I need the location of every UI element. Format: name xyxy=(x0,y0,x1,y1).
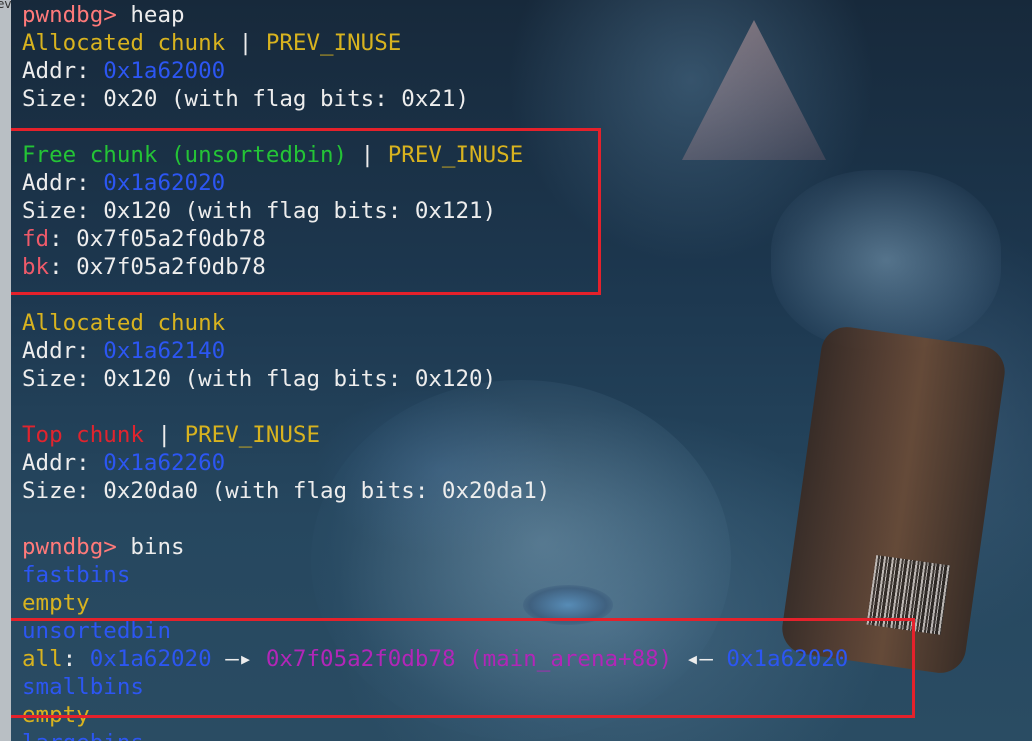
terminal-text-segment: pwndbg> xyxy=(22,534,131,560)
terminal-text-segment: pwndbg> xyxy=(22,2,131,28)
terminal-line: empty xyxy=(22,589,848,617)
terminal-text-segment: Top chunk xyxy=(22,422,144,448)
terminal-text-segment: PREV_INUSE xyxy=(265,30,402,56)
terminal-text-segment: fastbins xyxy=(22,562,131,588)
terminal-text-segment: Addr: xyxy=(22,58,104,84)
terminal-window[interactable]: pwndbg> heap Allocated chunk | PREV_INUSE… xyxy=(11,0,1032,741)
terminal-line: pwndbg> bins xyxy=(22,533,848,561)
terminal-text-segment: largebins xyxy=(22,730,144,741)
terminal-text-segment: 0x1a62000 xyxy=(103,58,226,84)
left-edge-text: ev xyxy=(0,0,12,11)
terminal-line: Addr: 0x1a62140 xyxy=(22,337,848,365)
terminal-line: fastbins xyxy=(22,561,848,589)
highlight-box-unsortedbin xyxy=(11,618,915,718)
terminal-text-segment: heap xyxy=(130,2,185,28)
terminal-line: Top chunk | PREV_INUSE xyxy=(22,421,848,449)
terminal-line: pwndbg> heap xyxy=(22,1,848,29)
terminal-text-segment: Size: 0x120 (with flag bits: 0x120) xyxy=(22,366,497,392)
terminal-line: Addr: 0x1a62000 xyxy=(22,57,848,85)
terminal-line: largebins xyxy=(22,729,848,741)
terminal-line: Size: 0x20da0 (with flag bits: 0x20da1) xyxy=(22,477,848,505)
terminal-line: Size: 0x120 (with flag bits: 0x120) xyxy=(22,365,848,393)
terminal-line: Allocated chunk | PREV_INUSE xyxy=(22,29,848,57)
terminal-text-segment: bins xyxy=(130,534,185,560)
terminal-text-segment: | xyxy=(225,30,266,56)
terminal-text-segment: PREV_INUSE xyxy=(184,422,321,448)
terminal-text-segment: Size: 0x20 (with flag bits: 0x21) xyxy=(22,86,470,112)
terminal-text-segment: | xyxy=(143,422,185,448)
terminal-text-segment: 0x1a62140 xyxy=(103,338,226,364)
terminal-text-segment: Addr: xyxy=(22,450,104,476)
terminal-line: Size: 0x20 (with flag bits: 0x21) xyxy=(22,85,848,113)
terminal-line: Allocated chunk xyxy=(22,309,848,337)
terminal-text-segment: Size: 0x20da0 (with flag bits: 0x20da1) xyxy=(22,478,551,504)
terminal-text-segment: empty xyxy=(22,590,90,616)
terminal-text-segment: Allocated chunk xyxy=(22,30,226,56)
terminal-text-segment: Allocated chunk xyxy=(22,310,226,336)
terminal-line: Addr: 0x1a62260 xyxy=(22,449,848,477)
terminal-text-segment: Addr: xyxy=(22,338,104,364)
highlight-box-free-chunk xyxy=(11,128,601,295)
terminal-text-segment: 0x1a62260 xyxy=(103,450,226,476)
